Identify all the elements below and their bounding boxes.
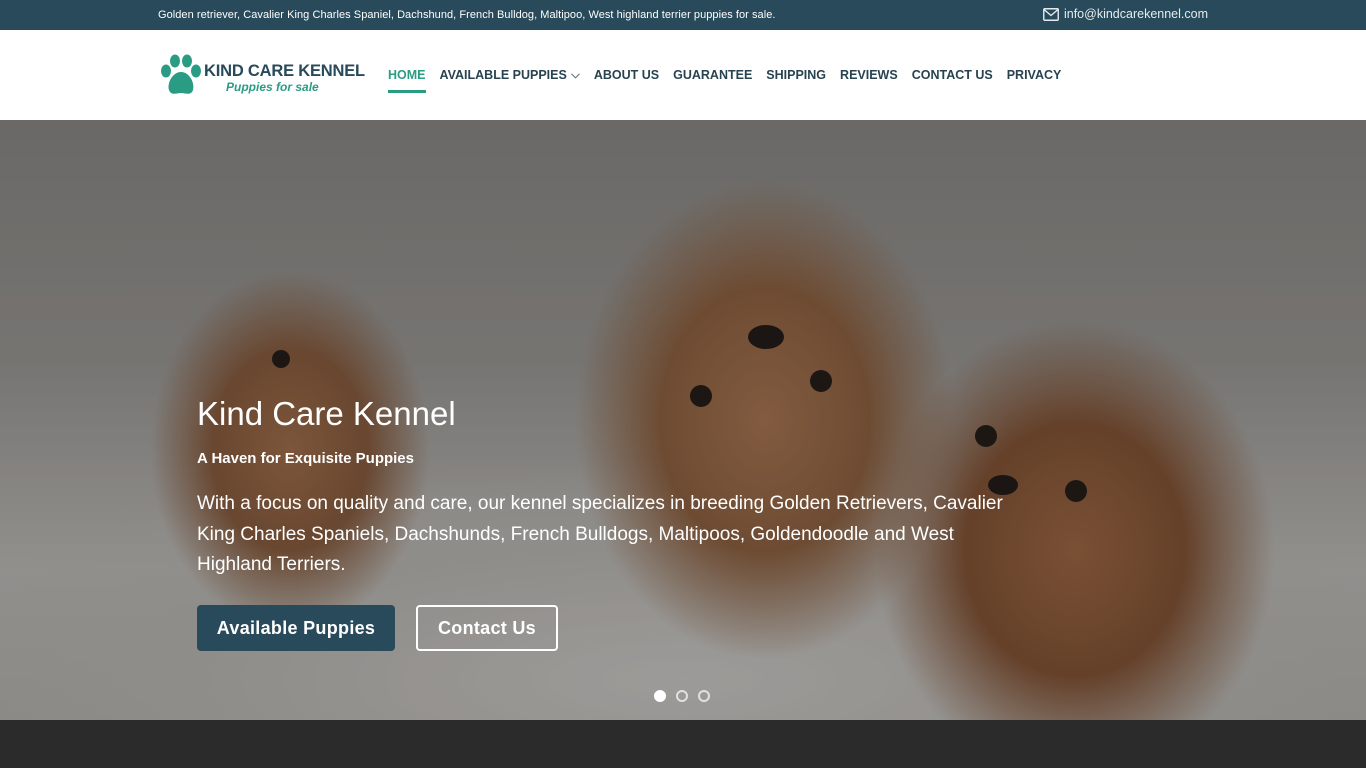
- available-puppies-button[interactable]: Available Puppies: [197, 605, 395, 651]
- nav-item-available-puppies[interactable]: AVAILABLE PUPPIES: [440, 30, 580, 120]
- paw-icon: [158, 54, 204, 103]
- contact-us-button[interactable]: Contact Us: [416, 605, 558, 651]
- hero-slider: Kind Care Kennel A Haven for Exquisite P…: [0, 120, 1366, 720]
- nav-item-guarantee[interactable]: GUARANTEE: [673, 30, 752, 120]
- envelope-icon: [1043, 7, 1059, 21]
- logo-subtitle: Puppies for sale: [226, 80, 319, 94]
- nav-item-privacy[interactable]: PRIVACY: [1007, 30, 1062, 120]
- topbar-email-link[interactable]: info@kindcarekennel.com: [1043, 7, 1208, 21]
- nav-label-privacy: PRIVACY: [1006, 68, 1062, 82]
- chevron-down-icon: [570, 68, 580, 82]
- nav-item-contact-us[interactable]: CONTACT US: [912, 30, 993, 120]
- site-logo[interactable]: KIND CARE KENNEL Puppies for sale: [158, 54, 365, 98]
- nav-label-shipping: SHIPPING: [766, 68, 827, 82]
- slider-dot-1[interactable]: [654, 690, 666, 702]
- nav-item-reviews[interactable]: REVIEWS: [840, 30, 898, 120]
- site-header: KIND CARE KENNEL Puppies for sale HOME A…: [0, 30, 1366, 120]
- nav-label-guarantee: GUARANTEE: [673, 68, 753, 82]
- logo-title: KIND CARE KENNEL: [204, 62, 365, 80]
- top-bar: Golden retriever, Cavalier King Charles …: [0, 0, 1366, 30]
- section-below-hero: [0, 720, 1366, 768]
- nav-item-shipping[interactable]: SHIPPING: [766, 30, 826, 120]
- nav-label-reviews: REVIEWS: [840, 68, 898, 82]
- nav-label-about-us: ABOUT US: [593, 68, 660, 82]
- slider-dot-3[interactable]: [698, 690, 710, 702]
- hero-subtitle: A Haven for Exquisite Puppies: [197, 450, 414, 467]
- main-nav: HOME AVAILABLE PUPPIES ABOUT US GUARANTE…: [388, 30, 1061, 120]
- email-text: info@kindcarekennel.com: [1063, 7, 1208, 21]
- nav-item-home[interactable]: HOME: [388, 30, 426, 120]
- nav-item-about-us[interactable]: ABOUT US: [594, 30, 659, 120]
- topbar-tagline: Golden retriever, Cavalier King Charles …: [158, 9, 776, 21]
- hero-title: Kind Care Kennel: [197, 395, 456, 432]
- nav-label-available-puppies: AVAILABLE PUPPIES: [439, 68, 567, 82]
- slider-dot-2[interactable]: [676, 690, 688, 702]
- slider-dots: [654, 690, 710, 702]
- hero-description: With a focus on quality and care, our ke…: [197, 493, 1003, 575]
- nav-label-home: HOME: [388, 68, 426, 82]
- nav-label-contact-us: CONTACT US: [911, 68, 993, 82]
